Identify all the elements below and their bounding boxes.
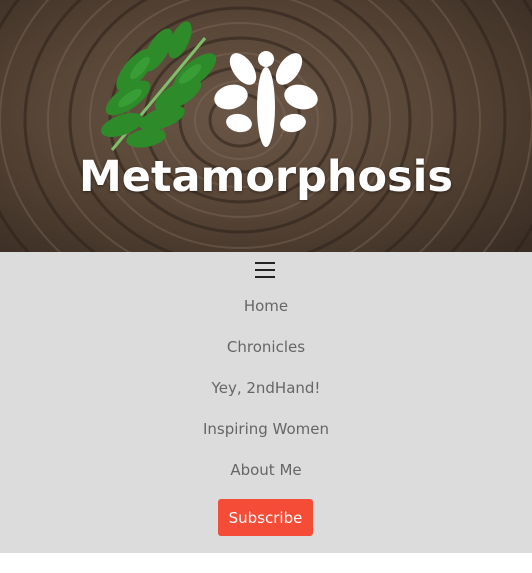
main-navigation: Home Chronicles Yey, 2ndHand! Inspiring … xyxy=(0,252,532,553)
nav-link-about-me[interactable]: About Me xyxy=(230,461,301,479)
site-header: Metamorphosis xyxy=(0,0,532,252)
nav-menu: Home Chronicles Yey, 2ndHand! Inspiring … xyxy=(0,292,532,497)
nav-item-home: Home xyxy=(0,292,532,333)
nav-item-about-me: About Me xyxy=(0,456,532,497)
site-title[interactable]: Metamorphosis xyxy=(0,152,532,202)
nav-item-second-hand: Yey, 2ndHand! xyxy=(0,374,532,415)
butterfly-icon xyxy=(214,51,318,147)
nav-item-chronicles: Chronicles xyxy=(0,333,532,374)
nav-link-home[interactable]: Home xyxy=(244,297,288,315)
nav-item-inspiring-women: Inspiring Women xyxy=(0,415,532,456)
nav-link-inspiring-women[interactable]: Inspiring Women xyxy=(203,420,329,438)
nav-link-second-hand[interactable]: Yey, 2ndHand! xyxy=(212,379,321,397)
nav-link-chronicles[interactable]: Chronicles xyxy=(227,338,305,356)
hamburger-bar xyxy=(255,269,275,271)
subscribe-button[interactable]: Subscribe xyxy=(218,499,313,536)
hamburger-bar xyxy=(255,276,275,278)
hamburger-bar xyxy=(255,262,275,264)
hamburger-menu-icon[interactable] xyxy=(255,262,275,280)
